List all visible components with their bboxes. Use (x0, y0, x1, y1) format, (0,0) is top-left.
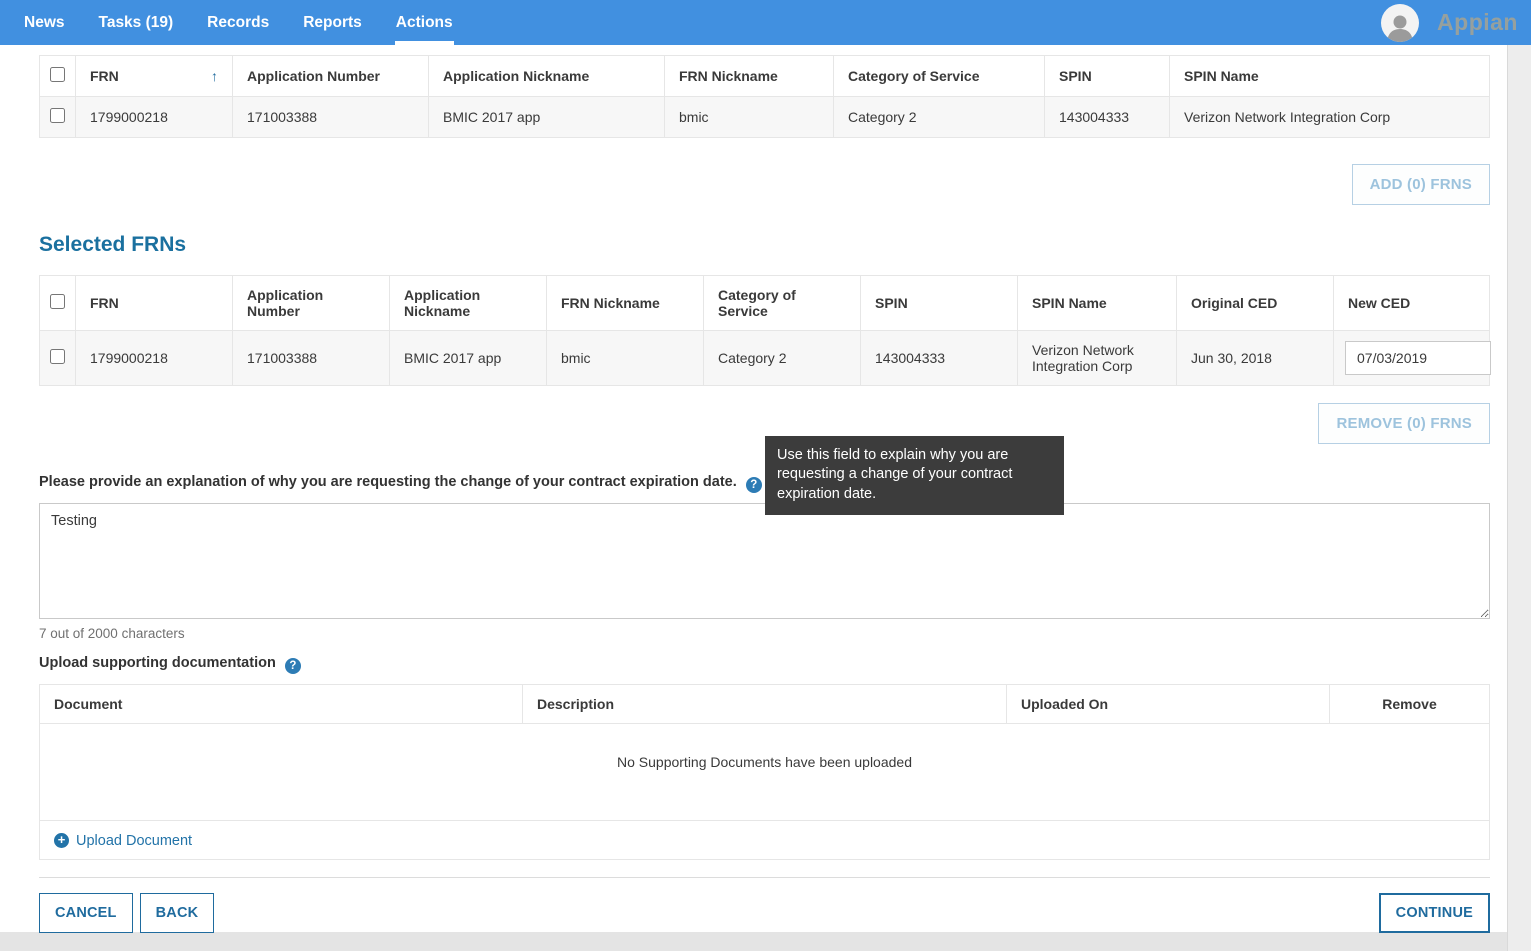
person-silhouette-icon (1385, 12, 1415, 42)
cell-application-nickname: BMIC 2017 app (390, 331, 547, 386)
user-avatar-icon[interactable] (1381, 4, 1419, 42)
documents-table: Document Description Uploaded On Remove … (39, 684, 1490, 860)
continue-button[interactable]: CONTINUE (1379, 893, 1490, 933)
col-header-frn-nickname[interactable]: FRN Nickname (665, 56, 834, 97)
cell-application-number: 171003388 (233, 331, 390, 386)
col-header-application-number[interactable]: Application Number (233, 276, 390, 331)
cell-original-ced: Jun 30, 2018 (1177, 331, 1334, 386)
explanation-label-text: Please provide an explanation of why you… (39, 474, 737, 490)
cell-spin: 143004333 (1045, 97, 1170, 138)
cell-spin-name: Verizon Network Integration Corp (1018, 331, 1177, 386)
row-checkbox[interactable] (50, 349, 65, 364)
character-counter: 7 out of 2000 characters (39, 626, 1490, 641)
col-header-spin[interactable]: SPIN (1045, 56, 1170, 97)
cell-application-nickname: BMIC 2017 app (429, 97, 665, 138)
documents-header-row: Document Description Uploaded On Remove (40, 685, 1490, 724)
cell-spin-name: Verizon Network Integration Corp (1170, 97, 1490, 138)
upload-document-link-label: Upload Document (76, 833, 192, 849)
cell-frn-nickname: bmic (547, 331, 704, 386)
col-header-document: Document (40, 685, 523, 724)
remove-frns-button[interactable]: REMOVE (0) FRNS (1318, 403, 1490, 444)
plus-circle-icon: + (54, 833, 69, 848)
selected-frns-table: FRN Application Number Application Nickn… (39, 275, 1490, 386)
select-all-checkbox[interactable] (50, 67, 65, 82)
select-all-checkbox[interactable] (50, 294, 65, 309)
nav-item-records[interactable]: Records (206, 0, 270, 45)
col-header-uploaded-on: Uploaded On (1007, 685, 1330, 724)
col-header-frn-nickname[interactable]: FRN Nickname (547, 276, 704, 331)
col-header-remove: Remove (1330, 685, 1490, 724)
upload-documentation-label: Upload supporting documentation ? (39, 655, 1490, 674)
col-header-application-nickname[interactable]: Application Nickname (429, 56, 665, 97)
cell-frn-nickname: bmic (665, 97, 834, 138)
no-documents-message: No Supporting Documents have been upload… (40, 724, 1490, 821)
cell-category-of-service: Category 2 (834, 97, 1045, 138)
upload-document-row: + Upload Document (40, 821, 1490, 860)
col-header-category-of-service[interactable]: Category of Service (704, 276, 861, 331)
col-header-original-ced[interactable]: Original CED (1177, 276, 1334, 331)
appian-logo: Appian (1437, 9, 1518, 36)
col-header-spin[interactable]: SPIN (861, 276, 1018, 331)
row-checkbox[interactable] (50, 108, 65, 123)
upload-documentation-label-text: Upload supporting documentation (39, 655, 276, 671)
selected-frns-heading: Selected FRNs (39, 233, 1490, 257)
explanation-textarea[interactable]: Testing (39, 503, 1490, 619)
col-header-application-number[interactable]: Application Number (233, 56, 429, 97)
cell-category-of-service: Category 2 (704, 331, 861, 386)
help-icon[interactable]: ? (285, 658, 301, 674)
col-header-spin-name[interactable]: SPIN Name (1018, 276, 1177, 331)
col-header-application-nickname[interactable]: Application Nickname (390, 276, 547, 331)
col-header-new-ced[interactable]: New CED (1334, 276, 1490, 331)
col-header-frn-label: FRN (90, 68, 119, 84)
top-navbar: News Tasks (19) Records Reports Actions … (0, 0, 1531, 45)
scrollbar-track[interactable] (1507, 45, 1531, 951)
sort-ascending-icon: ↑ (211, 68, 218, 84)
col-header-category-of-service[interactable]: Category of Service (834, 56, 1045, 97)
selected-frns-header-row: FRN Application Number Application Nickn… (40, 276, 1490, 331)
cell-frn: 1799000218 (76, 97, 233, 138)
col-header-spin-name[interactable]: SPIN Name (1170, 56, 1490, 97)
table-row: 1799000218 171003388 BMIC 2017 app bmic … (40, 331, 1490, 386)
col-header-frn[interactable]: FRN ↑ (76, 56, 233, 97)
nav-item-actions[interactable]: Actions (395, 0, 454, 45)
new-ced-date-input[interactable] (1345, 341, 1491, 375)
nav-right: Appian (1381, 0, 1531, 45)
cancel-button[interactable]: CANCEL (39, 893, 133, 933)
nav-item-reports[interactable]: Reports (302, 0, 363, 45)
add-frns-button[interactable]: ADD (0) FRNS (1352, 164, 1490, 205)
help-tooltip: Use this field to explain why you are re… (765, 436, 1064, 515)
help-icon[interactable]: ? (746, 477, 762, 493)
back-button[interactable]: BACK (140, 893, 215, 933)
col-header-description: Description (523, 685, 1007, 724)
footer-button-bar: CANCEL BACK CONTINUE (39, 893, 1490, 933)
main-content: FRN ↑ Application Number Application Nick… (0, 45, 1507, 932)
cell-spin: 143004333 (861, 331, 1018, 386)
documents-empty-row: No Supporting Documents have been upload… (40, 724, 1490, 821)
cell-new-ced (1334, 331, 1490, 386)
table-row: 1799000218 171003388 BMIC 2017 app bmic … (40, 97, 1490, 138)
page: News Tasks (19) Records Reports Actions … (0, 0, 1531, 951)
cell-application-number: 171003388 (233, 97, 429, 138)
col-header-frn[interactable]: FRN (76, 276, 233, 331)
available-frns-header-row: FRN ↑ Application Number Application Nick… (40, 56, 1490, 97)
nav-item-news[interactable]: News (23, 0, 66, 45)
upload-document-link[interactable]: + Upload Document (54, 833, 192, 849)
cell-frn: 1799000218 (76, 331, 233, 386)
nav-item-tasks[interactable]: Tasks (19) (98, 0, 175, 45)
available-frns-table: FRN ↑ Application Number Application Nick… (39, 55, 1490, 138)
footer-divider (39, 877, 1490, 878)
